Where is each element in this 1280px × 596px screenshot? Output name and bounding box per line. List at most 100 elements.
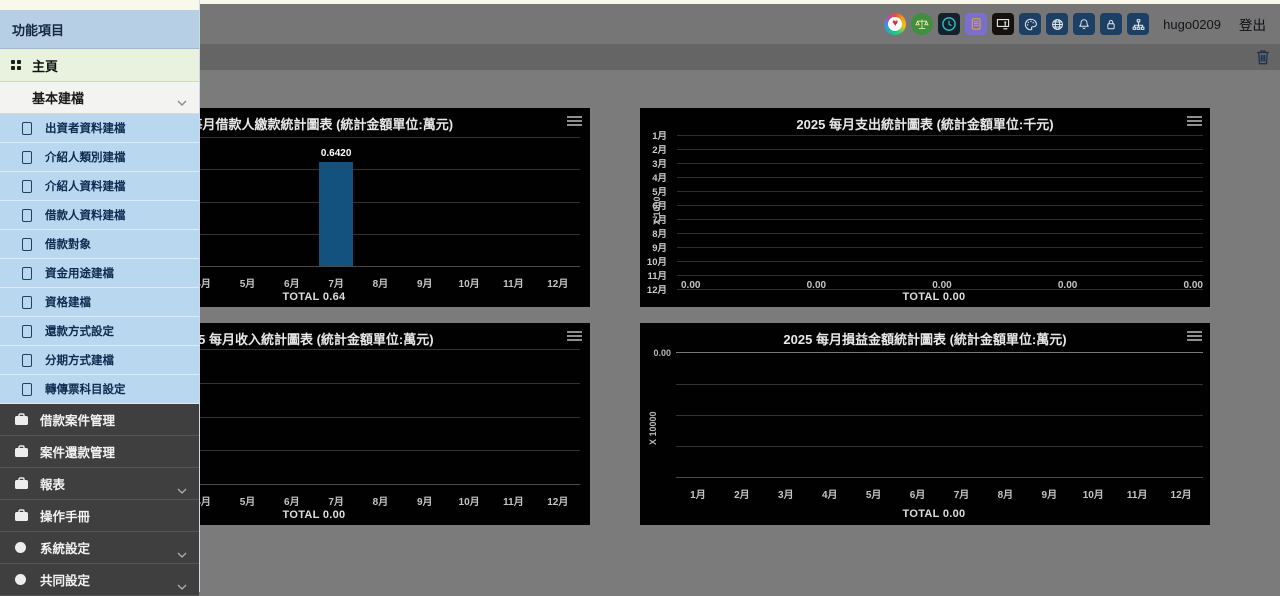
lock-icon[interactable] bbox=[1100, 13, 1122, 35]
bar-cell bbox=[270, 349, 314, 484]
sidebar-item-label: 借款對象 bbox=[45, 236, 91, 252]
bar-cell bbox=[358, 349, 402, 484]
sidebar-item[interactable]: 分期方式建檔 bbox=[0, 346, 199, 375]
chart-plot: 0.00 bbox=[676, 352, 1203, 478]
sidebar-item[interactable]: 轉傳票科目設定 bbox=[0, 375, 199, 404]
gridline bbox=[677, 275, 1203, 276]
sidebar-item-label: 資格建檔 bbox=[45, 294, 91, 310]
chart-x-axis-labels: 1月2月3月4月5月6月7月8月9月10月11月12月 bbox=[676, 486, 1203, 501]
sidebar-item-label: 資金用途建檔 bbox=[45, 265, 114, 281]
y-axis-label: 11月 bbox=[644, 268, 667, 282]
sidebar-item-label: 轉傳票科目設定 bbox=[45, 381, 126, 397]
sidebar-item-label: 介紹人類別建檔 bbox=[45, 149, 126, 165]
doc-square-icon bbox=[22, 122, 32, 135]
sidebar-item-home[interactable]: 主頁 bbox=[0, 49, 199, 82]
sidebar-item[interactable]: 共同設定 bbox=[0, 564, 199, 596]
chart-category-row: 1月 bbox=[644, 128, 1203, 142]
y-axis-label: 10月 bbox=[644, 254, 667, 268]
gridline bbox=[677, 247, 1203, 248]
palette-icon[interactable] bbox=[1019, 13, 1041, 35]
chart-context-menu-icon[interactable] bbox=[1187, 116, 1202, 128]
bell-icon[interactable] bbox=[1073, 13, 1095, 35]
sidebar-group-basic-setup[interactable]: 基本建檔 bbox=[0, 82, 199, 114]
gridline bbox=[677, 177, 1203, 178]
app-root: { "topbar": { "username": "hugo0209", "l… bbox=[0, 0, 1280, 592]
scales-icon[interactable] bbox=[911, 13, 933, 35]
sidebar-item[interactable]: 資金用途建檔 bbox=[0, 259, 199, 288]
presentation-icon[interactable] bbox=[992, 13, 1014, 35]
bar[interactable] bbox=[319, 162, 353, 266]
sidebar-item-label: 分期方式建檔 bbox=[45, 352, 114, 368]
sidebar-item[interactable]: 借款人資料建檔 bbox=[0, 201, 199, 230]
trash-icon[interactable] bbox=[1256, 49, 1270, 65]
chart-plot: 1月2月3月4月5月6月7月8月9月10月11月12月 bbox=[644, 128, 1203, 265]
x-axis-label: 12月 bbox=[1159, 486, 1203, 501]
sidebar-item[interactable]: 案件還款管理 bbox=[0, 436, 199, 468]
sidebar-item-label: 操作手冊 bbox=[40, 506, 90, 525]
y-axis-label: 2月 bbox=[644, 142, 667, 156]
sidebar-item[interactable]: 借款案件管理 bbox=[0, 404, 199, 436]
x-axis-label: 11月 bbox=[491, 275, 535, 290]
y-axis-label: 4月 bbox=[644, 170, 667, 184]
sidebar-item[interactable]: 資格建檔 bbox=[0, 288, 199, 317]
sidebar-item-label: 介紹人資料建檔 bbox=[45, 178, 126, 194]
bar-cell bbox=[403, 349, 447, 484]
sphere-icon bbox=[14, 541, 40, 554]
sidebar-top-strip bbox=[0, 0, 199, 10]
sidebar-item[interactable]: 系統設定 bbox=[0, 532, 199, 564]
x-axis-label: 7月 bbox=[314, 493, 358, 508]
axis-unit-label: X 1000 bbox=[652, 196, 662, 225]
chevron-down-icon bbox=[177, 545, 187, 563]
logo-wreath-icon[interactable]: ♥ bbox=[884, 13, 906, 35]
sidebar-item-label: 還款方式設定 bbox=[45, 323, 114, 339]
x-axis-label: 7月 bbox=[314, 275, 358, 290]
chart-category-row: 8月 bbox=[644, 226, 1203, 240]
logout-button[interactable]: 登出 bbox=[1239, 14, 1266, 34]
sidebar-item[interactable]: 報表 bbox=[0, 468, 199, 500]
sitemap-icon[interactable] bbox=[1127, 13, 1149, 35]
sidebar-item[interactable]: 操作手冊 bbox=[0, 500, 199, 532]
chart-total: TOTAL 0.00 bbox=[668, 291, 1200, 303]
x-axis-label: 11月 bbox=[491, 493, 535, 508]
globe-icon[interactable] bbox=[1046, 13, 1068, 35]
sidebar-item[interactable]: 還款方式設定 bbox=[0, 317, 199, 346]
sidebar-item[interactable]: 出資者資料建檔 bbox=[0, 114, 199, 143]
briefcase-icon bbox=[14, 477, 40, 490]
x-axis-label: 6月 bbox=[270, 493, 314, 508]
sidebar-item-label: 共同設定 bbox=[40, 570, 90, 589]
sidebar-subitems: 出資者資料建檔介紹人類別建檔介紹人資料建檔借款人資料建檔借款對象資金用途建檔資格… bbox=[0, 114, 199, 404]
x-axis-label: 11月 bbox=[1115, 486, 1159, 501]
bar-cell: 0.6420 bbox=[314, 137, 358, 266]
sidebar-item[interactable]: 介紹人類別建檔 bbox=[0, 143, 199, 172]
doc-square-icon bbox=[22, 151, 32, 164]
sidebar-home-label: 主頁 bbox=[32, 56, 58, 75]
bar-cell bbox=[358, 137, 402, 266]
sidebar: 功能項目 主頁 基本建檔 出資者資料建檔介紹人類別建檔介紹人資料建檔借款人資料建… bbox=[0, 0, 200, 592]
x-axis-label: 3月 bbox=[764, 486, 808, 501]
bar-cell bbox=[403, 137, 447, 266]
x-tick-label: 0.00 bbox=[932, 280, 951, 291]
briefcase-icon bbox=[14, 445, 40, 458]
x-axis-label: 4月 bbox=[808, 486, 852, 501]
x-tick-label: 0.00 bbox=[807, 280, 826, 291]
x-axis-label: 8月 bbox=[358, 275, 402, 290]
x-axis-label: 7月 bbox=[940, 486, 984, 501]
x-tick-label: 0.00 bbox=[1058, 280, 1077, 291]
clock-icon[interactable] bbox=[938, 13, 960, 35]
sidebar-title: 功能項目 bbox=[0, 10, 199, 49]
sidebar-item[interactable]: 借款對象 bbox=[0, 230, 199, 259]
chart-context-menu-icon[interactable] bbox=[567, 331, 582, 343]
chart-context-menu-icon[interactable] bbox=[567, 116, 582, 128]
x-axis-label: 9月 bbox=[1027, 486, 1071, 501]
chart-context-menu-icon[interactable] bbox=[1187, 331, 1202, 343]
x-axis-label: 10月 bbox=[447, 275, 491, 290]
doc-square-icon bbox=[22, 238, 32, 251]
x-axis-label: 2月 bbox=[720, 486, 764, 501]
sidebar-item[interactable]: 介紹人資料建檔 bbox=[0, 172, 199, 201]
gridline bbox=[677, 149, 1203, 150]
x-axis-label: 6月 bbox=[896, 486, 940, 501]
sphere-icon bbox=[14, 573, 40, 586]
gridline bbox=[677, 233, 1203, 234]
scroll-icon[interactable] bbox=[965, 13, 987, 35]
chart-x-axis-labels: 0.000.000.000.000.00 bbox=[681, 280, 1203, 291]
